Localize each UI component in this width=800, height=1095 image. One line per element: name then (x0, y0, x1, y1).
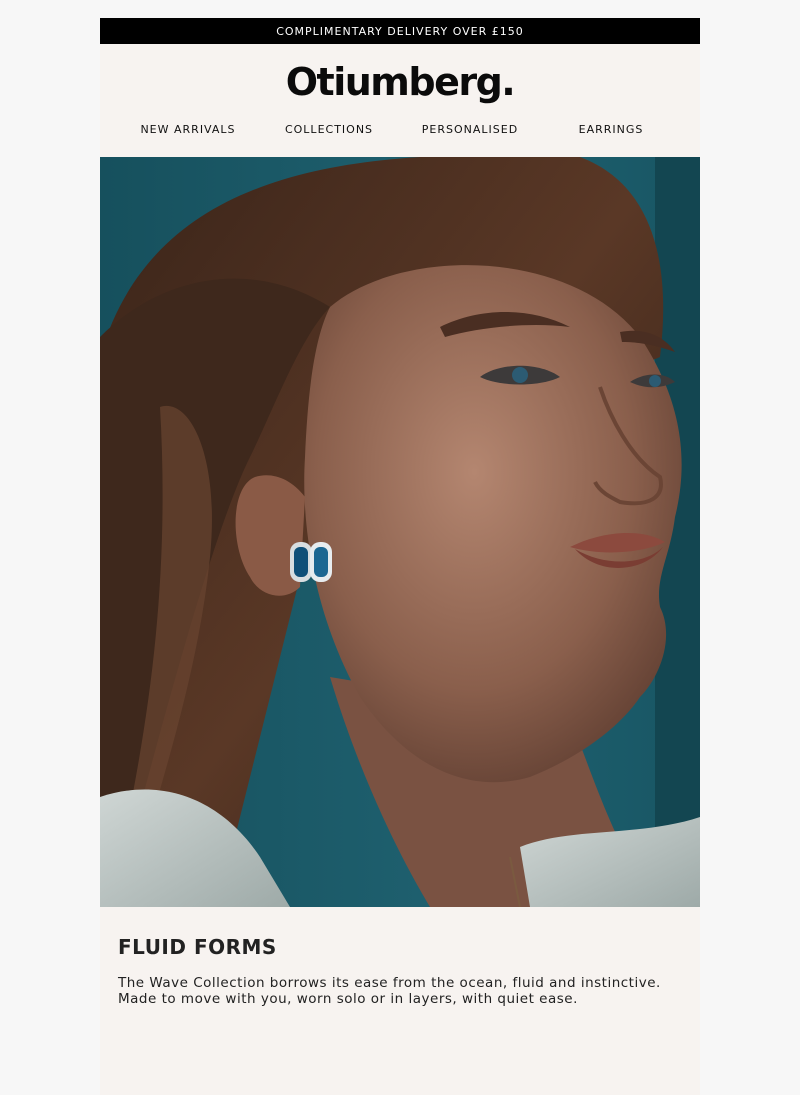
brand-logo[interactable]: Otiumberg. (100, 60, 700, 104)
hero-image[interactable] (100, 157, 700, 907)
nav-item-earrings[interactable]: EARRINGS (541, 123, 681, 136)
section-headline: FLUID FORMS (118, 935, 277, 959)
email-container: COMPLIMENTARY DELIVERY OVER £150 Otiumbe… (100, 18, 700, 1095)
content-section: FLUID FORMS The Wave Collection borrows … (100, 907, 700, 1095)
hero-portrait-illustration (100, 157, 700, 907)
nav-item-new-arrivals[interactable]: NEW ARRIVALS (118, 123, 258, 136)
header: Otiumberg. NEW ARRIVALS COLLECTIONS PERS… (100, 44, 700, 157)
earring (290, 542, 332, 582)
section-body: The Wave Collection borrows its ease fro… (118, 975, 661, 1007)
nav-item-collections[interactable]: COLLECTIONS (259, 123, 399, 136)
main-nav: NEW ARRIVALS COLLECTIONS PERSONALISED EA… (100, 123, 700, 143)
promo-banner[interactable]: COMPLIMENTARY DELIVERY OVER £150 (100, 18, 700, 44)
nav-item-personalised[interactable]: PERSONALISED (400, 123, 540, 136)
promo-text: COMPLIMENTARY DELIVERY OVER £150 (276, 24, 524, 38)
